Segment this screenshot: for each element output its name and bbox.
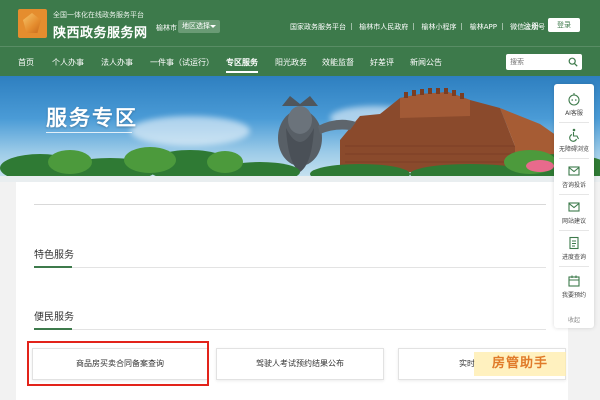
watermark: 房管助手 bbox=[474, 352, 566, 376]
side-item-appointment[interactable]: 我要预约 bbox=[554, 274, 594, 299]
document-icon bbox=[569, 236, 579, 250]
side-item-ai-service[interactable]: AI客服 bbox=[554, 92, 594, 117]
section-title-special-services: 特色服务 bbox=[34, 250, 74, 261]
top-link-national-platform[interactable]: 国家政务服务平台 bbox=[290, 23, 346, 31]
side-item-consult-complaint[interactable]: 咨询投诉 bbox=[554, 164, 594, 189]
search-input[interactable] bbox=[510, 56, 566, 68]
selection-highlight bbox=[27, 341, 209, 386]
banner-title: 服务专区 bbox=[46, 106, 138, 130]
nav-item-personal[interactable]: 个人办事 bbox=[52, 57, 84, 68]
region-select-button[interactable]: 地区选择 bbox=[178, 20, 220, 33]
side-float-panel: AI客服 无障碍浏览 咨询投诉 网站建议 进度查询 我要预约 收起 bbox=[554, 84, 594, 328]
search-icon[interactable] bbox=[568, 57, 578, 67]
side-item-label: 网站建议 bbox=[561, 218, 586, 225]
side-item-label: 咨询投诉 bbox=[561, 182, 586, 189]
nav-item-supervision[interactable]: 效能监督 bbox=[322, 57, 354, 68]
section-accent bbox=[34, 266, 72, 268]
envelope-icon bbox=[568, 202, 580, 212]
side-item-label: 无障碍浏览 bbox=[558, 146, 589, 153]
side-item-label: 我要预约 bbox=[561, 292, 586, 299]
nav-item-news[interactable]: 新闻公告 bbox=[410, 57, 442, 68]
side-item-label: AI客服 bbox=[565, 110, 583, 117]
nav-item-home[interactable]: 首页 bbox=[18, 57, 34, 68]
robot-icon bbox=[568, 93, 580, 106]
nav-item-corporate[interactable]: 法人办事 bbox=[101, 57, 133, 68]
nav-item-one-thing[interactable]: 一件事（试运行） bbox=[150, 57, 214, 68]
divider bbox=[34, 329, 546, 330]
wheelchair-icon bbox=[569, 128, 579, 142]
top-link-app[interactable]: 榆林APP bbox=[470, 23, 497, 31]
site-subtitle: 全国一体化在线政务服务平台 bbox=[53, 11, 144, 19]
side-item-website-suggestion[interactable]: 网站建议 bbox=[554, 200, 594, 225]
divider bbox=[34, 204, 546, 205]
nav-item-evaluation[interactable]: 好差评 bbox=[370, 57, 394, 68]
divider bbox=[34, 267, 546, 268]
side-item-label: 进度查询 bbox=[561, 254, 586, 261]
top-links: 国家政务服务平台 榆林市人民政府 榆林小程序 榆林APP 微信公众号 bbox=[290, 22, 545, 32]
register-link[interactable]: 注册 bbox=[523, 21, 539, 32]
service-card-driver-exam-results[interactable]: 驾驶人考试预约结果公布 bbox=[216, 348, 384, 380]
calendar-icon bbox=[568, 275, 580, 287]
main-nav: 首页 个人办事 法人办事 一件事（试运行） 专区服务 阳光政务 效能监督 好差评… bbox=[0, 46, 600, 76]
side-item-accessibility[interactable]: 无障碍浏览 bbox=[554, 128, 594, 153]
site-header: 全国一体化在线政务服务平台 陕西政务服务网 榆林市 地区选择 国家政务服务平台 … bbox=[0, 0, 600, 46]
banner: 服务专区 bbox=[0, 76, 600, 182]
nav-item-open-government[interactable]: 阳光政务 bbox=[275, 57, 307, 68]
side-item-progress-query[interactable]: 进度查询 bbox=[554, 236, 594, 261]
login-button[interactable]: 登录 bbox=[548, 18, 580, 32]
nav-item-special-services[interactable]: 专区服务 bbox=[226, 57, 258, 73]
current-city: 榆林市 bbox=[156, 24, 177, 32]
top-link-mini-program[interactable]: 榆林小程序 bbox=[421, 23, 456, 31]
region-select-label: 地区选择 bbox=[182, 22, 210, 30]
side-panel-collapse[interactable]: 收起 bbox=[554, 315, 594, 324]
banner-underline bbox=[46, 132, 132, 133]
chevron-down-icon bbox=[210, 25, 216, 28]
top-link-yulin-government[interactable]: 榆林市人民政府 bbox=[359, 23, 408, 31]
section-accent bbox=[34, 328, 72, 330]
site-title[interactable]: 陕西政务服务网 bbox=[53, 22, 148, 41]
section-title-convenience-services: 便民服务 bbox=[34, 312, 74, 323]
mail-icon bbox=[568, 166, 580, 176]
site-logo[interactable] bbox=[18, 9, 47, 38]
search-box bbox=[506, 54, 582, 70]
